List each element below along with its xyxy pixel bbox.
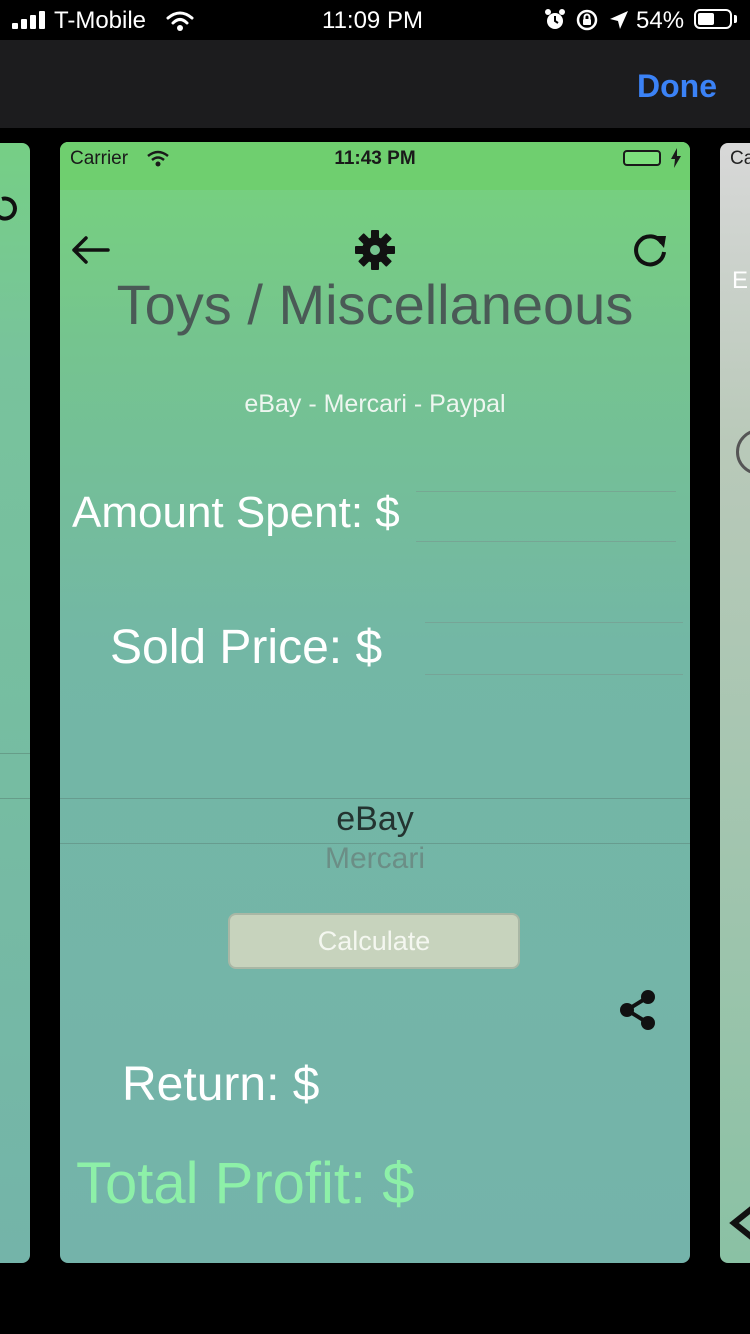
app-snapshot-card[interactable]: Carrier 11:43 PM Toys / Miscellaneous eB… (60, 142, 690, 1263)
category-title: Toys / Miscellaneous (116, 273, 634, 336)
amount-spent-input[interactable] (416, 491, 676, 542)
refresh-icon (0, 196, 17, 221)
sold-price-label: Sold Price: $ (110, 621, 383, 674)
peek-carrier-text: Ca (730, 148, 750, 169)
amount-spent-label: Amount Spent: $ (72, 488, 400, 537)
back-arrow-icon[interactable] (70, 234, 110, 266)
peek-arrow-icon (729, 1206, 750, 1240)
next-card[interactable]: Ca E (720, 143, 750, 1263)
share-icon[interactable] (617, 988, 659, 1032)
refresh-icon[interactable] (630, 230, 670, 270)
sold-price-input[interactable] (425, 622, 683, 675)
peek-circle-icon (736, 429, 750, 475)
carrier-name: T-Mobile (54, 7, 147, 34)
battery-cap (734, 15, 737, 23)
total-profit-label: Total Profit: $ (76, 1151, 415, 1216)
picker-line (0, 753, 30, 754)
charging-bolt-icon (671, 148, 681, 168)
battery-percent: 54% (636, 7, 685, 34)
picker-selected-option[interactable]: eBay (60, 800, 690, 839)
cell-signal-icon (12, 11, 48, 29)
app-status-time: 11:43 PM (334, 148, 416, 169)
picker-next-option[interactable]: Mercari (60, 842, 690, 872)
done-button[interactable]: Done (637, 68, 717, 105)
wifi-icon (166, 11, 194, 31)
app-battery-icon (623, 150, 661, 166)
previous-card[interactable] (0, 143, 30, 1263)
calculate-button[interactable]: Calculate (228, 913, 520, 969)
app-status-bar: Carrier 11:43 PM (60, 142, 690, 190)
peek-title-text: E (732, 267, 749, 294)
alarm-icon (545, 9, 565, 29)
platform-subtitle: eBay - Mercari - Paypal (244, 390, 506, 418)
battery-icon (694, 9, 732, 29)
picker-top-line (60, 798, 690, 799)
return-label: Return: $ (122, 1058, 320, 1111)
orientation-lock-icon (576, 9, 598, 31)
gear-icon[interactable] (353, 228, 397, 272)
status-bar: T-Mobile 11:09 PM 54% (0, 0, 750, 40)
picker-line (0, 798, 30, 799)
location-arrow-icon (610, 11, 628, 29)
status-time: 11:09 PM (322, 7, 423, 34)
